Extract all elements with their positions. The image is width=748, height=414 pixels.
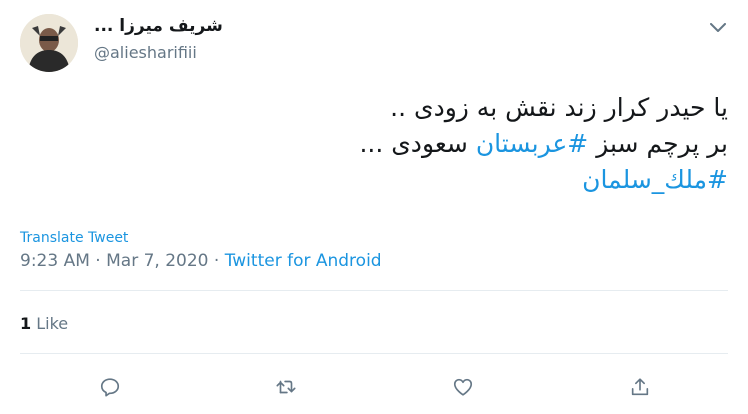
divider (20, 290, 728, 291)
tweet-menu-button[interactable] (704, 14, 732, 42)
hashtag-link[interactable]: #ملك_سلمان (582, 165, 728, 194)
display-name[interactable]: شریف میرزا ... (94, 16, 223, 36)
share-icon (631, 378, 649, 396)
tweet-line-1: یا حیدر کرار زند نقش به زودی .. (390, 93, 728, 122)
tweet-date[interactable]: Mar 7, 2020 (106, 251, 208, 271)
retweet-icon (276, 380, 296, 394)
tweet-time[interactable]: 9:23 AM (20, 251, 90, 271)
tweet-meta: 9:23 AM · Mar 7, 2020 · Twitter for Andr… (20, 251, 382, 271)
like-button[interactable] (449, 373, 477, 401)
translate-tweet-link[interactable]: Translate Tweet (20, 230, 128, 246)
chevron-down-icon (710, 23, 726, 32)
avatar-image (20, 14, 78, 72)
divider (20, 353, 728, 354)
heart-icon (453, 378, 473, 396)
likes-count[interactable]: 1 Like (20, 314, 68, 333)
user-handle[interactable]: @aliesharifiii (94, 43, 197, 62)
meta-separator: · (208, 251, 225, 271)
tweet-text-segment: بر پرچم سبز (588, 129, 728, 158)
tweet-source-link[interactable]: Twitter for Android (225, 251, 382, 271)
tweet-line-2: بر پرچم سبز #عربستان سعودی ... (28, 126, 728, 162)
reply-button[interactable] (96, 373, 124, 401)
tweet-line-3: #ملك_سلمان (28, 162, 728, 198)
avatar[interactable] (20, 14, 78, 72)
likes-number: 1 (20, 314, 32, 333)
tweet-text-segment: سعودی ... (359, 129, 476, 158)
retweet-button[interactable] (272, 373, 300, 401)
likes-label: Like (36, 314, 69, 333)
tweet-text: یا حیدر کرار زند نقش به زودی .. بر پرچم … (28, 90, 728, 198)
share-button[interactable] (626, 373, 654, 401)
hashtag-link[interactable]: #عربستان (476, 129, 588, 158)
meta-separator: · (89, 251, 107, 271)
reply-icon (100, 378, 120, 397)
